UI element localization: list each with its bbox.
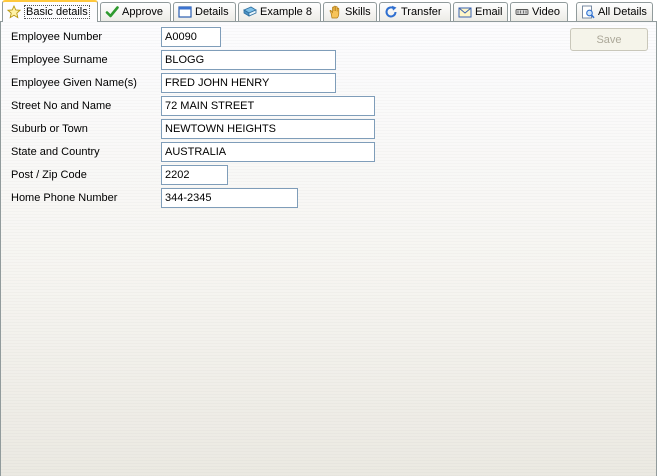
tab-label: Email	[475, 6, 503, 18]
home-phone-field[interactable]	[161, 188, 298, 208]
tab-label: Video	[532, 6, 560, 18]
employee-surname-field[interactable]	[161, 50, 336, 70]
post-code-label: Post / Zip Code	[11, 169, 87, 181]
star-icon	[7, 5, 21, 19]
tab-basic-details[interactable]: Basic details	[2, 0, 98, 22]
post-code-field[interactable]	[161, 165, 228, 185]
street-label: Street No and Name	[11, 100, 112, 112]
suburb-field[interactable]	[161, 119, 375, 139]
employee-surname-label: Employee Surname	[11, 54, 108, 66]
envelope-icon	[458, 7, 472, 18]
employee-given-names-label: Employee Given Name(s)	[11, 77, 137, 89]
employee-given-names-field[interactable]	[161, 73, 336, 93]
hand-icon	[329, 5, 340, 19]
film-icon	[515, 9, 529, 15]
tab-example-8[interactable]: Example 8	[238, 2, 321, 21]
tab-label: Example 8	[260, 6, 312, 18]
book-icon	[243, 6, 257, 17]
save-button[interactable]: Save	[570, 28, 648, 51]
street-field[interactable]	[161, 96, 375, 116]
suburb-label: Suburb or Town	[11, 123, 88, 135]
employee-number-field[interactable]	[161, 27, 221, 47]
tab-label: Skills	[345, 6, 371, 18]
tab-strip: Basic details Approve Details Example 8	[0, 0, 657, 22]
refresh-icon	[385, 5, 397, 18]
home-phone-label: Home Phone Number	[11, 192, 118, 204]
tab-video[interactable]: Video	[510, 2, 568, 21]
employee-number-label: Employee Number	[11, 31, 103, 43]
tab-label: Approve	[122, 6, 163, 18]
tab-skills[interactable]: Skills	[323, 2, 377, 21]
basic-details-panel: Save Employee Number Employee Surname Em…	[0, 21, 657, 476]
tab-all-details[interactable]: All Details	[576, 2, 653, 21]
document-search-icon	[582, 5, 595, 19]
tab-label: Basic details	[24, 5, 90, 19]
tab-email[interactable]: Email	[453, 2, 508, 21]
tab-details[interactable]: Details	[173, 2, 236, 21]
employee-window: Basic details Approve Details Example 8	[0, 0, 657, 476]
tab-approve[interactable]: Approve	[100, 2, 171, 21]
window-icon	[178, 6, 192, 18]
tab-label: All Details	[598, 6, 647, 18]
tab-label: Transfer	[401, 6, 442, 18]
checkmark-icon	[105, 6, 119, 18]
tab-label: Details	[195, 6, 229, 18]
tab-transfer[interactable]: Transfer	[379, 2, 451, 21]
state-country-label: State and Country	[11, 146, 100, 158]
state-country-field[interactable]	[161, 142, 375, 162]
